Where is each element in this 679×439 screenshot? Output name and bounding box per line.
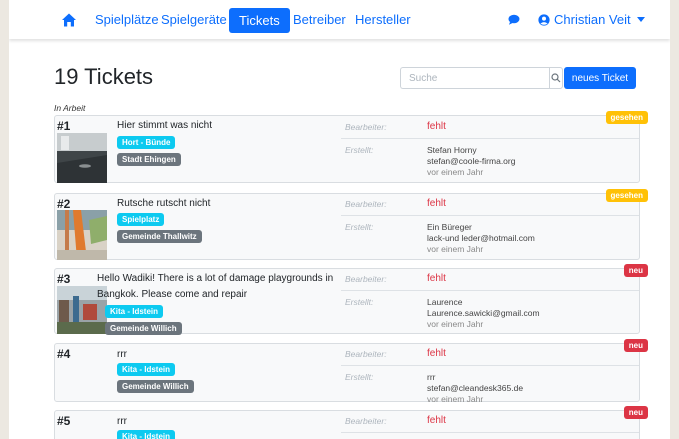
- category-badge: Kita - Idstein: [105, 305, 164, 318]
- new-ticket-button[interactable]: neues Ticket: [564, 67, 636, 89]
- created-label: Erstellt:: [345, 222, 374, 232]
- nav-item-tickets[interactable]: Tickets: [229, 8, 290, 33]
- status-badge: gesehen: [605, 111, 648, 124]
- created-time: vor einem Jahr: [427, 319, 484, 329]
- chat-bubble-icon[interactable]: [508, 14, 520, 25]
- user-menu[interactable]: Christian Veit: [538, 0, 645, 39]
- creator-name: Ein Büreger: [427, 222, 472, 232]
- ticket-thumbnail: [57, 210, 107, 260]
- created-label: Erstellt:: [345, 372, 374, 382]
- page: Spielplätze Spielgeräte Tickets Betreibe…: [9, 0, 670, 439]
- status-badge: gesehen: [605, 189, 648, 202]
- creator-name: rrr: [427, 372, 436, 382]
- ticket-badges: Kita - Idstein Gemeinde Willich: [117, 363, 194, 393]
- search-input[interactable]: [400, 67, 549, 89]
- assignee-label: Bearbeiter:: [345, 349, 387, 359]
- created-time: vor einem Jahr: [427, 244, 484, 254]
- status-badge: neu: [623, 339, 648, 352]
- assignee-value: fehlt: [427, 415, 446, 426]
- nav-item-hersteller[interactable]: Hersteller: [355, 0, 411, 39]
- status-badge: neu: [623, 264, 648, 277]
- ticket-card[interactable]: #1 Hier stimmt was nicht Hort - Bünde St…: [54, 111, 648, 183]
- search-button[interactable]: [549, 67, 563, 89]
- user-name: Christian Veit: [554, 12, 631, 27]
- divider: [341, 138, 639, 139]
- creator-email: lack-und leder@hotmail.com: [427, 233, 535, 243]
- page-title: 19 Tickets: [54, 64, 154, 89]
- ticket-card[interactable]: #2 Rutsche rutscht nicht Spielplatz Geme…: [54, 189, 648, 260]
- ticket-title[interactable]: Rutsche rutscht nicht: [117, 196, 210, 212]
- category-badge: Kita - Idstein: [117, 363, 176, 376]
- assignee-label: Bearbeiter:: [345, 122, 387, 132]
- home-icon[interactable]: [61, 12, 77, 28]
- created-time: vor einem Jahr: [427, 394, 484, 404]
- creator-info: rrr stefan@cleandesk365.de vor einem Jah…: [427, 372, 523, 405]
- divider: [341, 215, 639, 216]
- navbar: Spielplätze Spielgeräte Tickets Betreibe…: [9, 0, 670, 39]
- search-group: [400, 67, 563, 89]
- nav-item-spielplaetze[interactable]: Spielplätze: [95, 0, 159, 39]
- ticket-card[interactable]: #5 rrr Kita - Idstein Bearbeiter: fehlt …: [54, 406, 648, 439]
- organization-badge: Gemeinde Willich: [117, 380, 194, 393]
- ticket-id: #1: [57, 119, 71, 133]
- creator-info: Ein Büreger lack-und leder@hotmail.com v…: [427, 222, 535, 255]
- assignee-label: Bearbeiter:: [345, 199, 387, 209]
- nav-item-spielgeraete[interactable]: Spielgeräte: [161, 0, 227, 39]
- ticket-id: #3: [57, 272, 71, 286]
- created-time: vor einem Jahr: [427, 167, 484, 177]
- ticket-badges: Kita - Idstein: [117, 430, 176, 439]
- creator-email: stefan@cleandesk365.de: [427, 383, 524, 393]
- organization-badge: Stadt Ehingen: [117, 153, 181, 166]
- divider: [341, 432, 639, 433]
- assignee-value: fehlt: [427, 198, 446, 209]
- creator-email: Laurence.sawicki@gmail.com: [427, 308, 540, 318]
- creator-info: Stefan Horny stefan@coole-firma.org vor …: [427, 145, 515, 178]
- assignee-label: Bearbeiter:: [345, 416, 387, 426]
- ticket-id: #2: [57, 197, 71, 211]
- category-badge: Spielplatz: [117, 213, 165, 226]
- created-label: Erstellt:: [345, 145, 374, 155]
- ticket-badges: Kita - Idstein Gemeinde Willich: [105, 305, 182, 335]
- divider: [341, 365, 639, 366]
- creator-info: Laurence Laurence.sawicki@gmail.com vor …: [427, 297, 540, 330]
- section-label-in-arbeit: In Arbeit: [54, 103, 86, 113]
- search-icon: [551, 73, 561, 83]
- ticket-badges: Spielplatz Gemeinde Thallwitz: [117, 213, 202, 243]
- ticket-badges: Hort - Bünde Stadt Ehingen: [117, 136, 181, 166]
- assignee-value: fehlt: [427, 273, 446, 284]
- ticket-id: #5: [57, 414, 71, 428]
- status-badge: neu: [623, 406, 648, 419]
- creator-email: stefan@coole-firma.org: [427, 156, 516, 166]
- ticket-id: #4: [57, 347, 71, 361]
- category-badge: Kita - Idstein: [117, 430, 176, 439]
- nav-item-betreiber[interactable]: Betreiber: [293, 0, 346, 39]
- assignee-value: fehlt: [427, 121, 446, 132]
- organization-badge: Gemeinde Thallwitz: [117, 230, 202, 243]
- divider: [341, 290, 639, 291]
- assignee-label: Bearbeiter:: [345, 274, 387, 284]
- assignee-value: fehlt: [427, 348, 446, 359]
- chevron-down-icon: [636, 17, 645, 22]
- ticket-title[interactable]: rrr: [117, 414, 127, 430]
- ticket-card[interactable]: #3 Hello Wadiki! There is a lot of damag…: [54, 264, 648, 335]
- category-badge: Hort - Bünde: [117, 136, 176, 149]
- created-label: Erstellt:: [345, 297, 374, 307]
- organization-badge: Gemeinde Willich: [105, 322, 182, 335]
- creator-name: Stefan Horny: [427, 145, 477, 155]
- ticket-card[interactable]: #4 rrr Kita - Idstein Gemeinde Willich B…: [54, 339, 648, 405]
- ticket-title[interactable]: Hier stimmt was nicht: [117, 118, 212, 134]
- ticket-title[interactable]: Hello Wadiki! There is a lot of damage p…: [97, 271, 337, 303]
- user-circle-icon: [538, 13, 550, 26]
- ticket-title[interactable]: rrr: [117, 347, 127, 363]
- ticket-thumbnail: [57, 133, 107, 183]
- creator-name: Laurence: [427, 297, 463, 307]
